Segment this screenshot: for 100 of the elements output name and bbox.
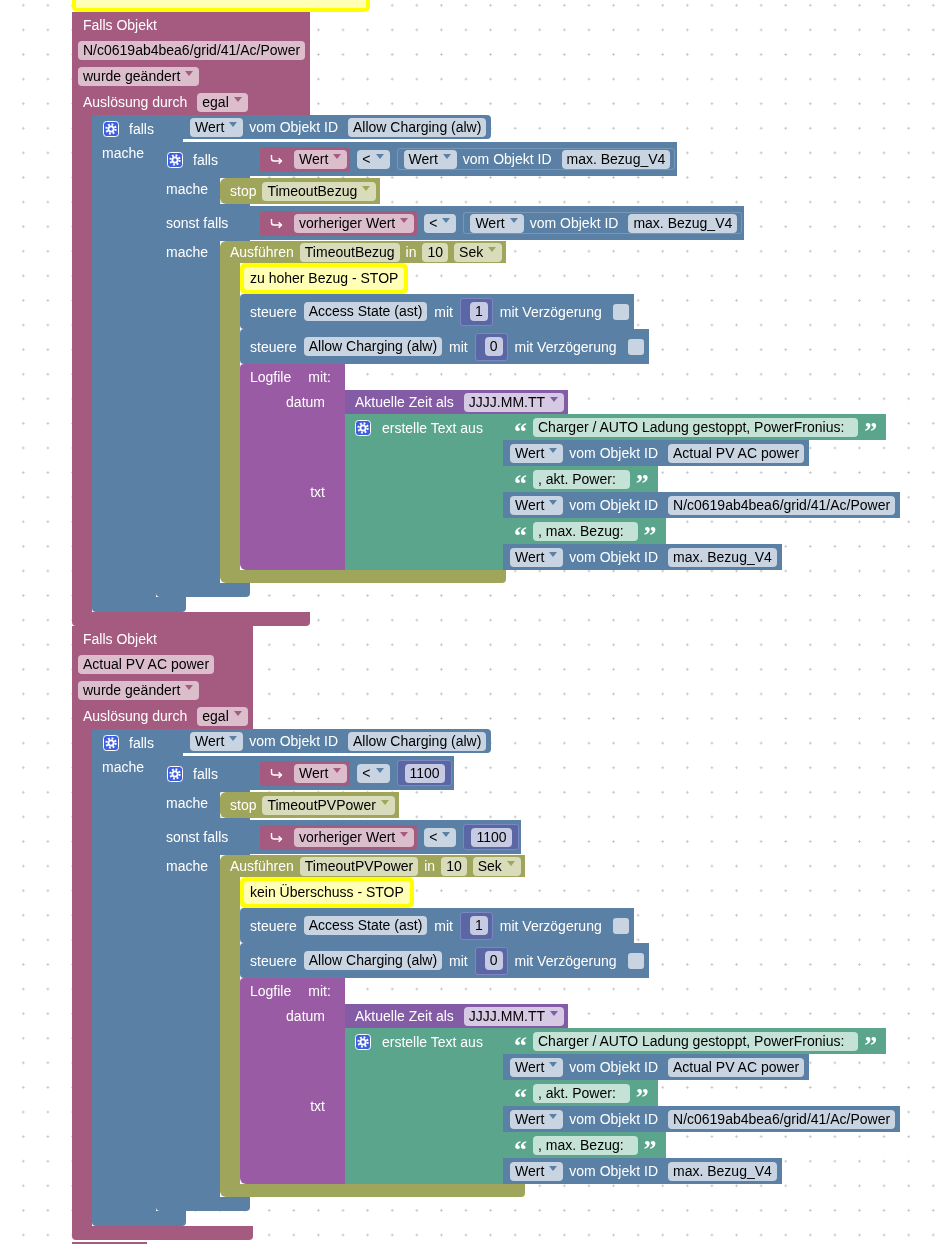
unit-dropdown[interactable]: Sek: [454, 242, 503, 262]
gear-icon[interactable]: [355, 420, 371, 436]
delay-field[interactable]: 10: [422, 242, 449, 262]
block-label: falls: [129, 119, 154, 139]
caret-icon: [442, 217, 451, 223]
property-dropdown[interactable]: Wert: [510, 1057, 564, 1077]
comment-text[interactable]: zu hoher Bezug - STOP: [244, 267, 405, 290]
block-label: mit:: [308, 982, 331, 1001]
checkbox[interactable]: [627, 952, 644, 969]
checkbox[interactable]: [612, 303, 629, 320]
caret-icon: [549, 1113, 558, 1119]
operator-dropdown[interactable]: <: [424, 827, 457, 847]
block-label: mit Verzögerung: [499, 916, 602, 936]
property-dropdown[interactable]: Wert: [510, 1161, 564, 1181]
caret-icon: [333, 767, 342, 773]
caret-icon: [233, 96, 242, 102]
object-field[interactable]: max. Bezug_V4: [561, 149, 671, 169]
object-field[interactable]: max. Bezug_V4: [628, 213, 738, 233]
hook-arrow-icon: [270, 767, 283, 779]
quote-mark: ”: [635, 468, 649, 491]
operator-dropdown[interactable]: <: [357, 763, 390, 783]
text-field[interactable]: Charger / AUTO Ladung gestoppt, PowerFronius:: [533, 417, 859, 437]
property-dropdown[interactable]: Wert: [510, 443, 564, 463]
operator-dropdown[interactable]: <: [424, 213, 457, 233]
caret-icon: [549, 1061, 558, 1067]
number-field[interactable]: 1: [469, 916, 488, 935]
object-field[interactable]: max. Bezug_V4: [668, 1161, 777, 1181]
object-field[interactable]: Actual PV AC power: [668, 443, 805, 463]
format-dropdown[interactable]: JJJJ.MM.TT: [463, 1006, 565, 1026]
block-label: mache: [102, 144, 145, 163]
timer-field[interactable]: TimeoutPVPower: [299, 856, 419, 876]
number-field[interactable]: 0: [484, 337, 503, 356]
block-label: datum: [286, 393, 325, 412]
caret-icon: [185, 70, 194, 76]
variable-dropdown[interactable]: Wert: [294, 149, 348, 169]
variable-dropdown[interactable]: vorheriger Wert: [294, 827, 415, 847]
quote-mark: “: [514, 520, 527, 543]
timer-dropdown[interactable]: TimeoutBezug: [262, 181, 377, 201]
gear-icon[interactable]: [355, 1034, 371, 1050]
block-label: mit Verzögerung: [514, 337, 617, 357]
object-field[interactable]: Allow Charging (alw): [348, 117, 487, 137]
event-dropdown[interactable]: wurde geändert: [78, 66, 200, 86]
object-field[interactable]: Actual PV AC power: [78, 655, 215, 675]
object-field[interactable]: Access State (ast): [303, 302, 428, 321]
number-field[interactable]: 1100: [404, 763, 445, 783]
caret-icon: [506, 860, 515, 866]
property-dropdown[interactable]: Wert: [470, 213, 524, 233]
object-field[interactable]: Allow Charging (alw): [348, 731, 487, 751]
text-field[interactable]: , akt. Power:: [533, 1083, 630, 1103]
gear-icon[interactable]: [103, 734, 119, 751]
text-field[interactable]: , max. Bezug:: [533, 521, 638, 541]
format-dropdown[interactable]: JJJJ.MM.TT: [463, 392, 565, 412]
quote-mark: ”: [643, 520, 657, 543]
variable-dropdown[interactable]: Wert: [294, 763, 348, 783]
text-field[interactable]: Charger / AUTO Ladung gestoppt, PowerFronius:: [533, 1031, 859, 1051]
variable-dropdown[interactable]: vorheriger Wert: [294, 213, 415, 233]
object-field[interactable]: Actual PV AC power: [668, 1057, 805, 1077]
caret-icon: [442, 831, 451, 837]
block-label: Logfile: [250, 368, 292, 387]
object-field[interactable]: max. Bezug_V4: [668, 547, 777, 567]
event-dropdown[interactable]: wurde geändert: [78, 680, 200, 700]
object-field[interactable]: Allow Charging (alw): [303, 951, 443, 970]
number-field[interactable]: 0: [484, 951, 503, 970]
property-dropdown[interactable]: Wert: [510, 547, 564, 567]
object-field[interactable]: N/c0619ab4bea6/grid/41/Ac/Power: [78, 41, 306, 61]
timer-field[interactable]: TimeoutBezug: [299, 242, 400, 262]
object-field[interactable]: N/c0619ab4bea6/grid/41/Ac/Power: [668, 495, 896, 515]
checkbox[interactable]: [627, 338, 644, 355]
comment-text[interactable]: kein Überschuss - STOP: [244, 881, 410, 904]
operator-dropdown[interactable]: <: [357, 149, 390, 169]
property-dropdown[interactable]: Wert: [403, 149, 457, 169]
block-label: Ausführen: [230, 243, 294, 262]
property-dropdown[interactable]: Wert: [510, 1109, 564, 1129]
property-dropdown[interactable]: Wert: [190, 117, 244, 137]
block-label: mit: [434, 916, 453, 936]
timer-dropdown[interactable]: TimeoutPVPower: [262, 795, 395, 815]
gear-icon[interactable]: [103, 120, 119, 137]
caret-icon: [362, 185, 371, 191]
property-dropdown[interactable]: Wert: [190, 731, 244, 751]
object-field[interactable]: Access State (ast): [303, 916, 428, 935]
unit-dropdown[interactable]: Sek: [472, 856, 521, 876]
checkbox[interactable]: [612, 917, 629, 934]
object-field[interactable]: N/c0619ab4bea6/grid/41/Ac/Power: [668, 1109, 896, 1129]
property-dropdown[interactable]: Wert: [510, 495, 564, 515]
block-label: vom Objekt ID: [569, 1058, 658, 1077]
text-field[interactable]: , akt. Power:: [533, 469, 630, 489]
block-label: Auslösung durch: [83, 93, 188, 113]
trigger-dropdown[interactable]: egal: [197, 92, 248, 112]
trigger-dropdown[interactable]: egal: [197, 706, 248, 726]
text-field[interactable]: , max. Bezug:: [533, 1135, 638, 1155]
number-field[interactable]: 1: [469, 302, 488, 321]
number-field[interactable]: 1100: [471, 827, 512, 847]
caret-icon: [375, 767, 384, 773]
quote-mark: “: [514, 1082, 527, 1105]
delay-field[interactable]: 10: [441, 856, 467, 876]
gear-icon[interactable]: [167, 766, 183, 782]
block-label: mache: [102, 758, 145, 777]
block-label: datum: [286, 1007, 325, 1026]
object-field[interactable]: Allow Charging (alw): [303, 337, 443, 356]
gear-icon[interactable]: [167, 152, 183, 168]
